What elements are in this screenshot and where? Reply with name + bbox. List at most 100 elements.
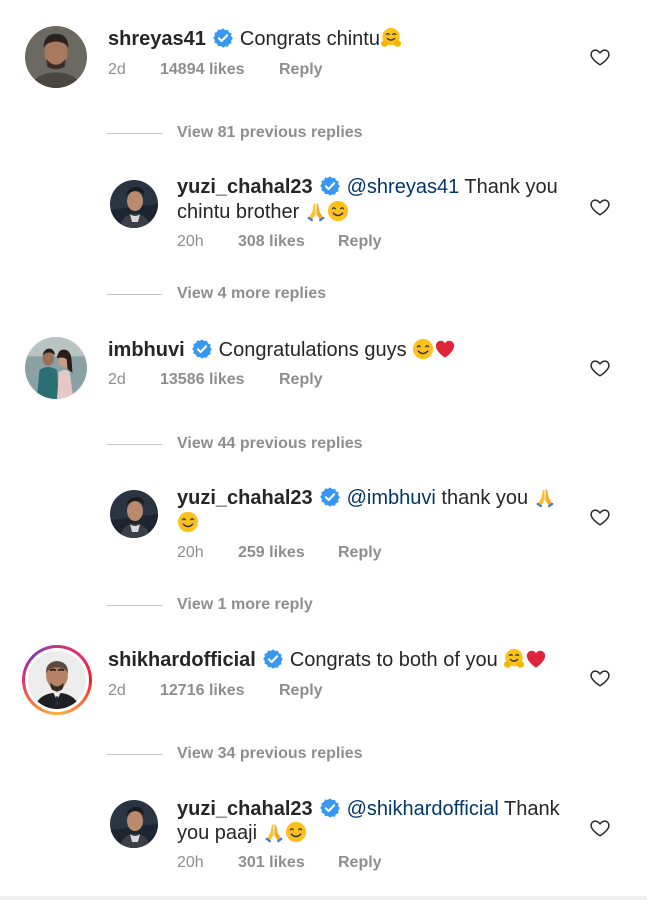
divider [107,754,162,755]
avatar-image [25,26,87,88]
reply-text-line: chintu brother [177,199,349,225]
reply-meta: 20h 301 likes Reply [177,853,382,873]
comment-username[interactable]: shreyas41 [108,28,206,50]
view-more-replies[interactable]: View 4 more replies [107,284,407,304]
mention-link[interactable]: @imbhuvi [347,487,436,509]
view-previous-replies[interactable]: View 44 previous replies [107,434,407,454]
divider [107,133,162,134]
comment-text: Congrats to both of you [289,649,504,671]
comment-likes[interactable]: 12716 likes [160,681,245,701]
heart-outline-icon[interactable] [589,667,611,689]
view-more-replies[interactable]: View 1 more reply [107,595,407,615]
reply-username[interactable]: yuzi_chahal23 [177,487,313,509]
view-previous-replies-label: View 44 previous replies [177,435,363,452]
mention-link[interactable]: @shikhardofficial [347,798,499,820]
heart-outline-icon[interactable] [589,46,611,68]
mention-link[interactable]: @shreyas41 [347,176,460,198]
reply-likes[interactable]: 301 likes [238,853,305,873]
view-more-replies-label: View 1 more reply [177,596,313,613]
smiling-face-emoji [412,338,434,360]
divider [107,444,162,445]
reply-button[interactable]: Reply [338,232,382,252]
reply-button[interactable]: Reply [279,370,323,390]
hugging-face-emoji [503,648,525,670]
story-ring[interactable] [22,645,92,715]
reply-text: chintu brother [177,201,305,223]
divider [107,605,162,606]
reply-text: Thank [498,798,560,820]
reply-button[interactable]: Reply [279,60,323,80]
comment-username[interactable]: shikhardofficial [108,649,256,671]
heart-outline-icon[interactable] [589,357,611,379]
view-previous-replies[interactable]: View 34 previous replies [107,744,407,764]
comment-text-line: imbhuvi Congratulations guys [108,337,456,363]
verified-badge-icon [212,27,234,49]
reply-username[interactable]: yuzi_chahal23 [177,798,313,820]
reply-username[interactable]: yuzi_chahal23 [177,176,313,198]
hugging-face-emoji [380,27,402,49]
reply-text-line [177,510,199,536]
avatar[interactable] [110,800,158,848]
reply-text-line: you paaji [177,820,307,846]
verified-badge-icon [319,797,341,819]
verified-badge-icon [262,648,284,670]
comment-text-line: shreyas41 Congrats chintu [108,26,402,52]
reply-meta: 20h 259 likes Reply [177,543,382,563]
view-previous-replies-label: View 34 previous replies [177,745,363,762]
divider [0,896,647,900]
comment-text: Congrats chintu [239,28,380,50]
reply-time: 20h [177,854,204,871]
reply-time: 20h [177,233,204,250]
comment-meta: 2d 12716 likes Reply [108,681,323,701]
avatar[interactable] [28,651,86,709]
reply-likes[interactable]: 259 likes [238,543,305,563]
heart-outline-icon[interactable] [589,196,611,218]
view-more-replies-label: View 4 more replies [177,285,327,302]
folded-hands-emoji [263,821,285,843]
avatar-image [110,800,158,848]
red-heart-emoji [434,338,456,360]
comment-time: 2d [108,61,126,78]
reply-text-line: yuzi_chahal23 @shreyas41 Thank you [177,174,558,200]
heart-outline-icon[interactable] [589,506,611,528]
view-previous-replies-label: View 81 previous replies [177,124,363,141]
reply-button[interactable]: Reply [338,853,382,873]
avatar[interactable] [110,490,158,538]
divider [107,294,162,295]
comment-time: 2d [108,371,126,388]
folded-hands-emoji [305,200,327,222]
folded-hands-emoji [534,486,556,508]
reply-text-line: yuzi_chahal23 @imbhuvi thank you [177,485,556,511]
avatar-image [110,490,158,538]
reply-text-line: yuzi_chahal23 @shikhardofficial Thank [177,796,560,822]
comment-likes[interactable]: 13586 likes [160,370,245,390]
reply-meta: 20h 308 likes Reply [177,232,382,252]
comment-meta: 2d 13586 likes Reply [108,370,323,390]
reply-text: Thank you [459,176,558,198]
red-heart-emoji [525,648,547,670]
avatar-image [110,180,158,228]
comment-likes[interactable]: 14894 likes [160,60,245,80]
smiling-face-emoji [177,511,199,533]
comment-meta: 2d 14894 likes Reply [108,60,323,80]
avatar[interactable] [25,337,87,399]
comment-text: Congratulations guys [218,339,413,361]
reply-button[interactable]: Reply [338,543,382,563]
heart-outline-icon[interactable] [589,817,611,839]
verified-badge-icon [319,486,341,508]
comment-time: 2d [108,682,126,699]
reply-time: 20h [177,544,204,561]
avatar-image [25,337,87,399]
smiling-face-emoji [327,200,349,222]
view-previous-replies[interactable]: View 81 previous replies [107,123,407,143]
avatar-image [28,651,86,709]
reply-text: thank you [435,487,534,509]
verified-badge-icon [319,175,341,197]
avatar[interactable] [110,180,158,228]
reply-likes[interactable]: 308 likes [238,232,305,252]
smiling-face-emoji [285,821,307,843]
reply-button[interactable]: Reply [279,681,323,701]
comment-username[interactable]: imbhuvi [108,339,185,361]
comment-text-line: shikhardofficial Congrats to both of you [108,647,547,673]
avatar[interactable] [25,26,87,88]
